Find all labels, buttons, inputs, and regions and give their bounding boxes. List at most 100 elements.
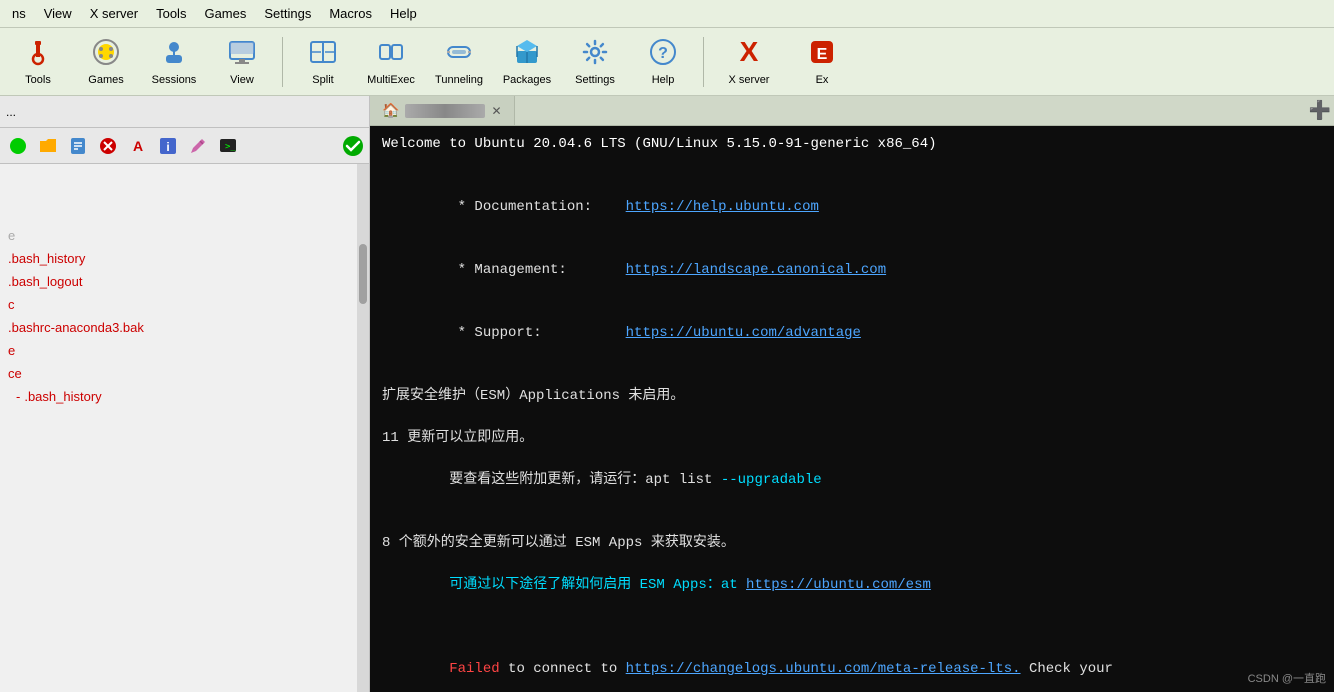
xserver-icon: X (732, 37, 766, 72)
terminal-area: 🏠 ✕ ➕ Welcome to Ubuntu 20.04.6 LTS (GNU… (370, 96, 1334, 692)
toolbar-tools-btn[interactable]: Tools (8, 33, 68, 91)
toolbar-ex-btn[interactable]: E Ex (792, 33, 852, 91)
toolbar-split-btn[interactable]: Split (293, 33, 353, 91)
tunneling-label: Tunneling (435, 74, 483, 86)
tab-blurred-hostname (405, 104, 485, 118)
sessions-icon (159, 37, 189, 72)
sidebar-green-dot-btn[interactable] (4, 132, 32, 160)
settings-icon (580, 37, 610, 72)
term-doc: * Documentation: https://help.ubuntu.com (382, 176, 1322, 239)
menu-macros[interactable]: Macros (321, 4, 380, 23)
term-esm-link[interactable]: https://ubuntu.com/esm (746, 577, 931, 593)
term-support-link[interactable]: https://ubuntu.com/advantage (626, 325, 861, 341)
packages-icon (512, 37, 542, 72)
tools-label: Tools (25, 74, 51, 86)
term-esm: 扩展安全维护（ESM）Applications 未启用。 (382, 386, 1322, 407)
toolbar-view-btn[interactable]: View (212, 33, 272, 91)
term-esm-enable: 可通过以下途径了解如何启用 ESM Apps：at https://ubuntu… (382, 554, 1322, 617)
toolbar-packages-btn[interactable]: Packages (497, 33, 557, 91)
svg-text:>_: >_ (225, 142, 236, 152)
term-blank-1 (382, 155, 1322, 176)
term-blank-4 (382, 512, 1322, 533)
menu-tools[interactable]: Tools (148, 4, 194, 23)
term-welcome: Welcome to Ubuntu 20.04.6 LTS (GNU/Linux… (382, 134, 1322, 155)
toolbar-sessions-btn[interactable]: Sessions (144, 33, 204, 91)
svg-text:E: E (817, 46, 828, 63)
toolbar-games-btn[interactable]: Games (76, 33, 136, 91)
list-item-cache[interactable]: e (0, 339, 357, 362)
term-blank-5 (382, 617, 1322, 638)
games-icon (91, 37, 121, 72)
toolbar: Tools Games Sessions (0, 28, 1334, 96)
term-failed: Failed to connect to https://changelogs.… (382, 638, 1322, 692)
sidebar-red-a-btn[interactable]: A (124, 132, 152, 160)
toolbar-tunneling-btn[interactable]: Tunneling (429, 33, 489, 91)
toolbar-settings-btn[interactable]: Settings (565, 33, 625, 91)
svg-text:X: X (740, 37, 759, 67)
sidebar-content: e .bash_history .bash_logout c .bashrc-a… (0, 164, 369, 692)
status-check-icon (341, 134, 365, 158)
packages-label: Packages (503, 74, 551, 86)
main-area: A i >_ (0, 96, 1334, 692)
tab-home-icon: 🏠 (382, 102, 399, 119)
menu-bar: ns View X server Tools Games Settings Ma… (0, 0, 1334, 28)
menu-xserver[interactable]: X server (82, 4, 146, 23)
list-item-bashrc[interactable]: c (0, 293, 357, 316)
sidebar-red-x-btn[interactable] (94, 132, 122, 160)
toolbar-help-btn[interactable]: ? Help (633, 33, 693, 91)
menu-games[interactable]: Games (196, 4, 254, 23)
menu-help[interactable]: Help (382, 4, 425, 23)
term-updates2: 要查看这些附加更新，请运行：apt list --upgradable (382, 449, 1322, 512)
view-label: View (230, 74, 254, 86)
xserver-label: X server (729, 74, 770, 86)
svg-text:i: i (166, 140, 169, 154)
menu-view[interactable]: View (36, 4, 80, 23)
sidebar-blue-i-btn[interactable]: i (154, 132, 182, 160)
toolbar-xserver-btn[interactable]: X X server (714, 33, 784, 91)
sidebar-pencil-btn[interactable] (184, 132, 212, 160)
terminal-window[interactable]: Welcome to Ubuntu 20.04.6 LTS (GNU/Linux… (370, 126, 1334, 692)
view-icon (227, 37, 257, 72)
sidebar-scrollbar[interactable] (357, 164, 369, 692)
sidebar-search-input[interactable] (6, 105, 363, 119)
term-mgmt-link[interactable]: https://landscape.canonical.com (626, 262, 886, 278)
svg-text:A: A (133, 138, 143, 154)
list-item-bashrc-anaconda3[interactable]: .bashrc-anaconda3.bak (0, 316, 357, 339)
term-doc-link[interactable]: https://help.ubuntu.com (626, 199, 819, 215)
games-label: Games (88, 74, 123, 86)
sessions-label: Sessions (152, 74, 197, 86)
new-tab-btn[interactable]: ➕ (1306, 97, 1334, 125)
list-item-bash-logout[interactable]: .bash_logout (0, 270, 357, 293)
split-label: Split (312, 74, 333, 86)
sidebar-yellow-folder-btn[interactable] (34, 132, 62, 160)
term-updates1: 11 更新可以立即应用。 (382, 428, 1322, 449)
terminal-tab-1[interactable]: 🏠 ✕ (370, 96, 515, 125)
list-item[interactable]: e (0, 168, 357, 247)
help-label: Help (652, 74, 675, 86)
sidebar-blue-doc-btn[interactable] (64, 132, 92, 160)
multiexec-label: MultiExec (367, 74, 415, 86)
sidebar-scrollbar-thumb[interactable] (359, 244, 367, 304)
menu-ns[interactable]: ns (4, 4, 34, 23)
tab-close-btn[interactable]: ✕ (491, 104, 501, 118)
list-item-extra-history[interactable]: - .bash_history (0, 385, 357, 408)
list-item-bash-history[interactable]: .bash_history (0, 247, 357, 270)
term-support: * Support: https://ubuntu.com/advantage (382, 302, 1322, 365)
ex-icon: E (807, 37, 837, 72)
term-security: 8 个额外的安全更新可以通过 ESM Apps 来获取安装。 (382, 533, 1322, 554)
toolbar-separator-1 (282, 37, 283, 87)
split-icon (308, 37, 338, 72)
multiexec-icon (376, 37, 406, 72)
tunneling-icon (444, 37, 474, 72)
list-item-conda[interactable]: ce (0, 362, 357, 385)
term-failed-link[interactable]: https://changelogs.ubuntu.com/meta-relea… (626, 661, 1021, 677)
sidebar-search-bar (0, 96, 369, 128)
ex-label: Ex (816, 74, 829, 86)
help-icon: ? (648, 37, 678, 72)
menu-settings[interactable]: Settings (256, 4, 319, 23)
svg-text:?: ? (658, 45, 668, 62)
toolbar-multiexec-btn[interactable]: MultiExec (361, 33, 421, 91)
watermark: CSDN @一直跑 (1248, 670, 1326, 686)
tools-icon (23, 37, 53, 72)
sidebar-terminal-btn[interactable]: >_ (214, 132, 242, 160)
